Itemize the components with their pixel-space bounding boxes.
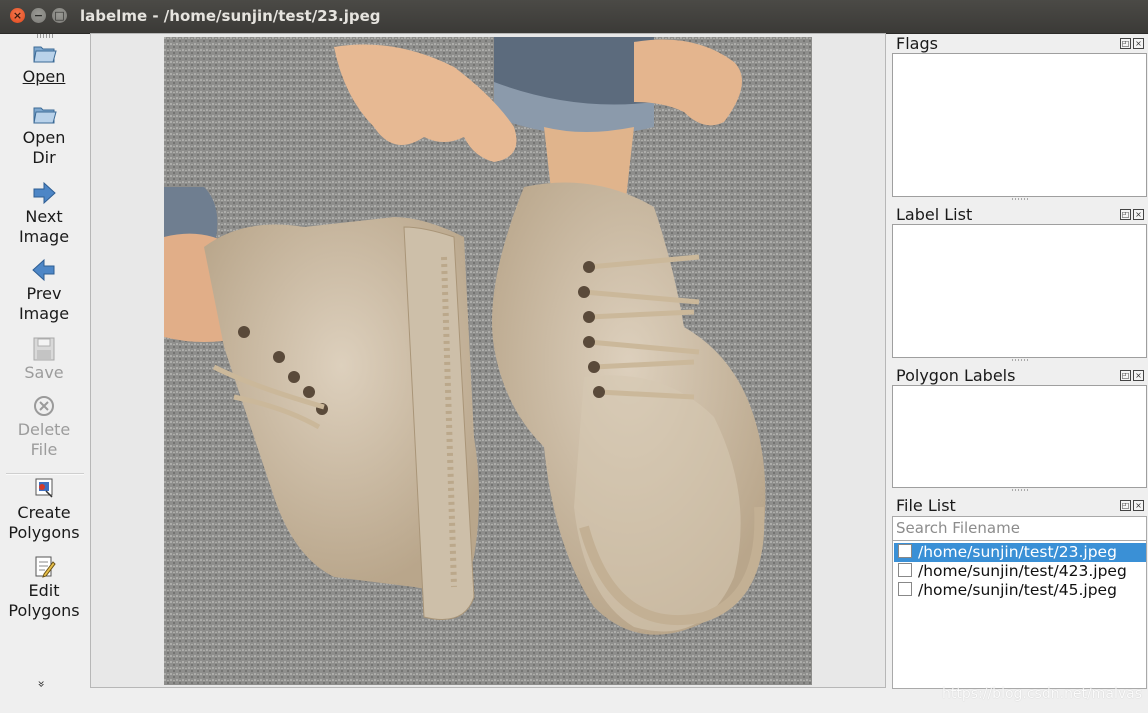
arrow-right-icon [33,181,56,205]
dock-splitter[interactable] [1012,198,1028,200]
prev-image-label: Prev Image [18,284,70,323]
dock-splitter[interactable] [1012,359,1028,361]
create-polygons-button[interactable]: Create Polygons [0,477,88,543]
open-dir-button[interactable]: Open Dir [0,102,88,168]
dock-float-icon[interactable]: ◰ [1120,370,1131,381]
file-list-dock-title: File List [896,496,956,515]
file-list[interactable]: /home/sunjin/test/23.jpeg /home/sunjin/t… [892,541,1147,689]
open-dir-label: Open Dir [22,128,66,167]
title-bar: × − □ labelme - /home/sunjin/test/23.jpe… [0,0,1148,34]
create-polygon-icon [35,478,53,498]
photo-boots-image [164,37,812,685]
left-toolbar: Open Open Dir Next Image Prev Image Save [0,33,88,691]
file-checkbox[interactable] [898,582,912,596]
arrow-left-icon [32,258,55,282]
delete-file-label: Delete File [17,420,71,459]
label-list[interactable] [892,224,1147,358]
edit-polygons-button[interactable]: Edit Polygons [0,555,88,621]
flags-dock-buttons: ◰ × [1120,38,1146,50]
create-polygons-label: Create Polygons [8,503,80,542]
prev-image-button[interactable]: Prev Image [0,258,88,324]
flags-dock-title: Flags [896,34,938,53]
toolbar-more-button[interactable]: » [35,680,49,687]
delete-circle-icon [34,396,54,416]
open-button[interactable]: Open [0,41,88,87]
file-list-item[interactable]: /home/sunjin/test/23.jpeg [894,543,1146,562]
window-maximize-button[interactable]: □ [52,8,67,23]
file-path: /home/sunjin/test/23.jpeg [918,543,1117,561]
label-list-dock-title: Label List [896,205,973,224]
dock-float-icon[interactable]: ◰ [1120,500,1131,511]
window-title: labelme - /home/sunjin/test/23.jpeg [80,7,381,25]
file-checkbox[interactable] [898,544,912,558]
image-canvas[interactable] [90,33,886,688]
label-list-dock-buttons: ◰ × [1120,209,1146,221]
dock-close-icon[interactable]: × [1133,370,1144,381]
dock-float-icon[interactable]: ◰ [1120,209,1131,220]
file-path: /home/sunjin/test/45.jpeg [918,581,1117,599]
folder-open-icon [33,46,57,63]
polygon-labels-dock-title: Polygon Labels [896,366,1016,385]
polygon-labels-list[interactable] [892,385,1147,488]
window-minimize-button[interactable]: − [31,8,46,23]
polygon-labels-dock-buttons: ◰ × [1120,370,1146,382]
file-list-item[interactable]: /home/sunjin/test/423.jpeg [894,562,1146,581]
watermark: https://blog.csdn.net/malvas [942,686,1143,702]
toolbar-separator [6,473,84,475]
save-label: Save [24,363,64,382]
flags-list[interactable] [892,53,1147,197]
delete-file-button[interactable]: Delete File [0,394,88,460]
dock-close-icon[interactable]: × [1133,38,1144,49]
file-list-item[interactable]: /home/sunjin/test/45.jpeg [894,581,1146,600]
dock-close-icon[interactable]: × [1133,209,1144,220]
dock-splitter[interactable] [1012,489,1028,491]
open-label: Open [22,67,66,86]
next-image-button[interactable]: Next Image [0,181,88,247]
floppy-disk-icon [33,337,55,361]
file-path: /home/sunjin/test/423.jpeg [918,562,1127,580]
folder-open-icon [33,107,57,124]
dock-float-icon[interactable]: ◰ [1120,38,1131,49]
dock-close-icon[interactable]: × [1133,500,1144,511]
search-filename-input[interactable]: Search Filename [892,516,1147,541]
window-close-button[interactable]: × [10,8,25,23]
edit-polygon-icon [35,556,56,578]
toolbar-grip[interactable] [37,34,55,38]
save-button[interactable]: Save [0,337,88,383]
file-list-dock-buttons: ◰ × [1120,500,1146,512]
file-checkbox[interactable] [898,563,912,577]
next-image-label: Next Image [18,207,70,246]
edit-polygons-label: Edit Polygons [8,581,80,620]
